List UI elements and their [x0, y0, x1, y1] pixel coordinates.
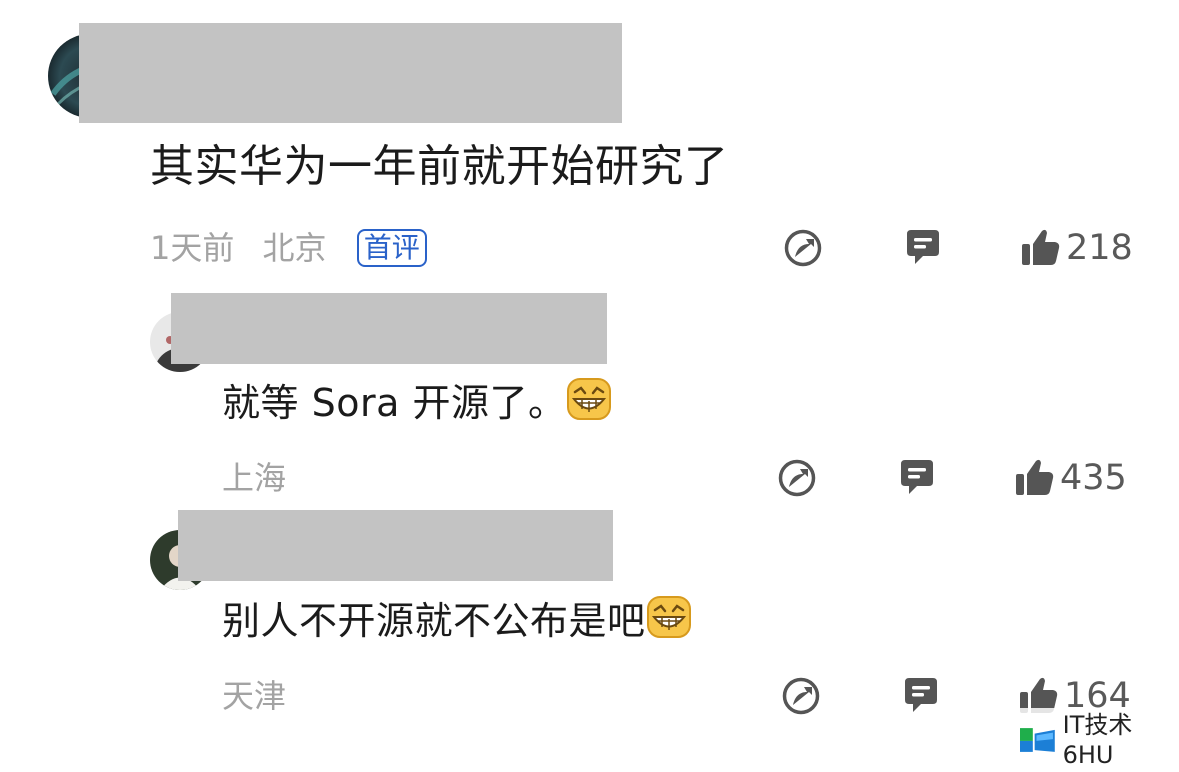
grinning-emoji [566, 376, 612, 433]
like-count: 435 [1060, 458, 1127, 498]
comment-text: 就等 Sora 开源了。 [222, 376, 612, 433]
share-icon[interactable] [783, 228, 823, 268]
like-button[interactable]: 218 [1020, 226, 1133, 270]
redacted-username [79, 23, 622, 123]
comment-icon[interactable] [897, 458, 937, 498]
comment-meta: 天津 [222, 676, 286, 716]
share-icon[interactable] [781, 676, 821, 716]
share-icon[interactable] [777, 458, 817, 498]
comment-text: 别人不开源就不公布是吧 [222, 594, 692, 651]
comment-meta: 1天前 北京 首评 [150, 228, 427, 268]
watermark: IT技术6HU [1014, 708, 1179, 772]
watermark-logo [1020, 728, 1055, 752]
thumbs-up-icon [1016, 459, 1054, 495]
comment-location: 天津 [222, 677, 287, 715]
grinning-emoji [646, 594, 692, 651]
redacted-username [171, 293, 607, 364]
comment-location: 北京 [262, 229, 327, 267]
comment-meta: 上海 [222, 458, 286, 498]
comment-time: 1天前 [150, 229, 235, 267]
comment-icon[interactable] [903, 228, 943, 268]
like-button[interactable]: 435 [1014, 456, 1127, 500]
thumbs-up-icon [1022, 229, 1060, 265]
watermark-text: IT技术6HU [1062, 711, 1133, 769]
comment-location: 上海 [222, 459, 287, 497]
comment-icon[interactable] [901, 676, 941, 716]
comment-text-content: 别人不开源就不公布是吧 [222, 599, 646, 643]
comment-text-content: 就等 Sora 开源了。 [222, 381, 567, 425]
first-comment-badge: 首评 [356, 229, 427, 267]
comment-text: 其实华为一年前就开始研究了 [150, 141, 729, 192]
redacted-username [178, 510, 613, 581]
like-count: 218 [1066, 228, 1133, 268]
